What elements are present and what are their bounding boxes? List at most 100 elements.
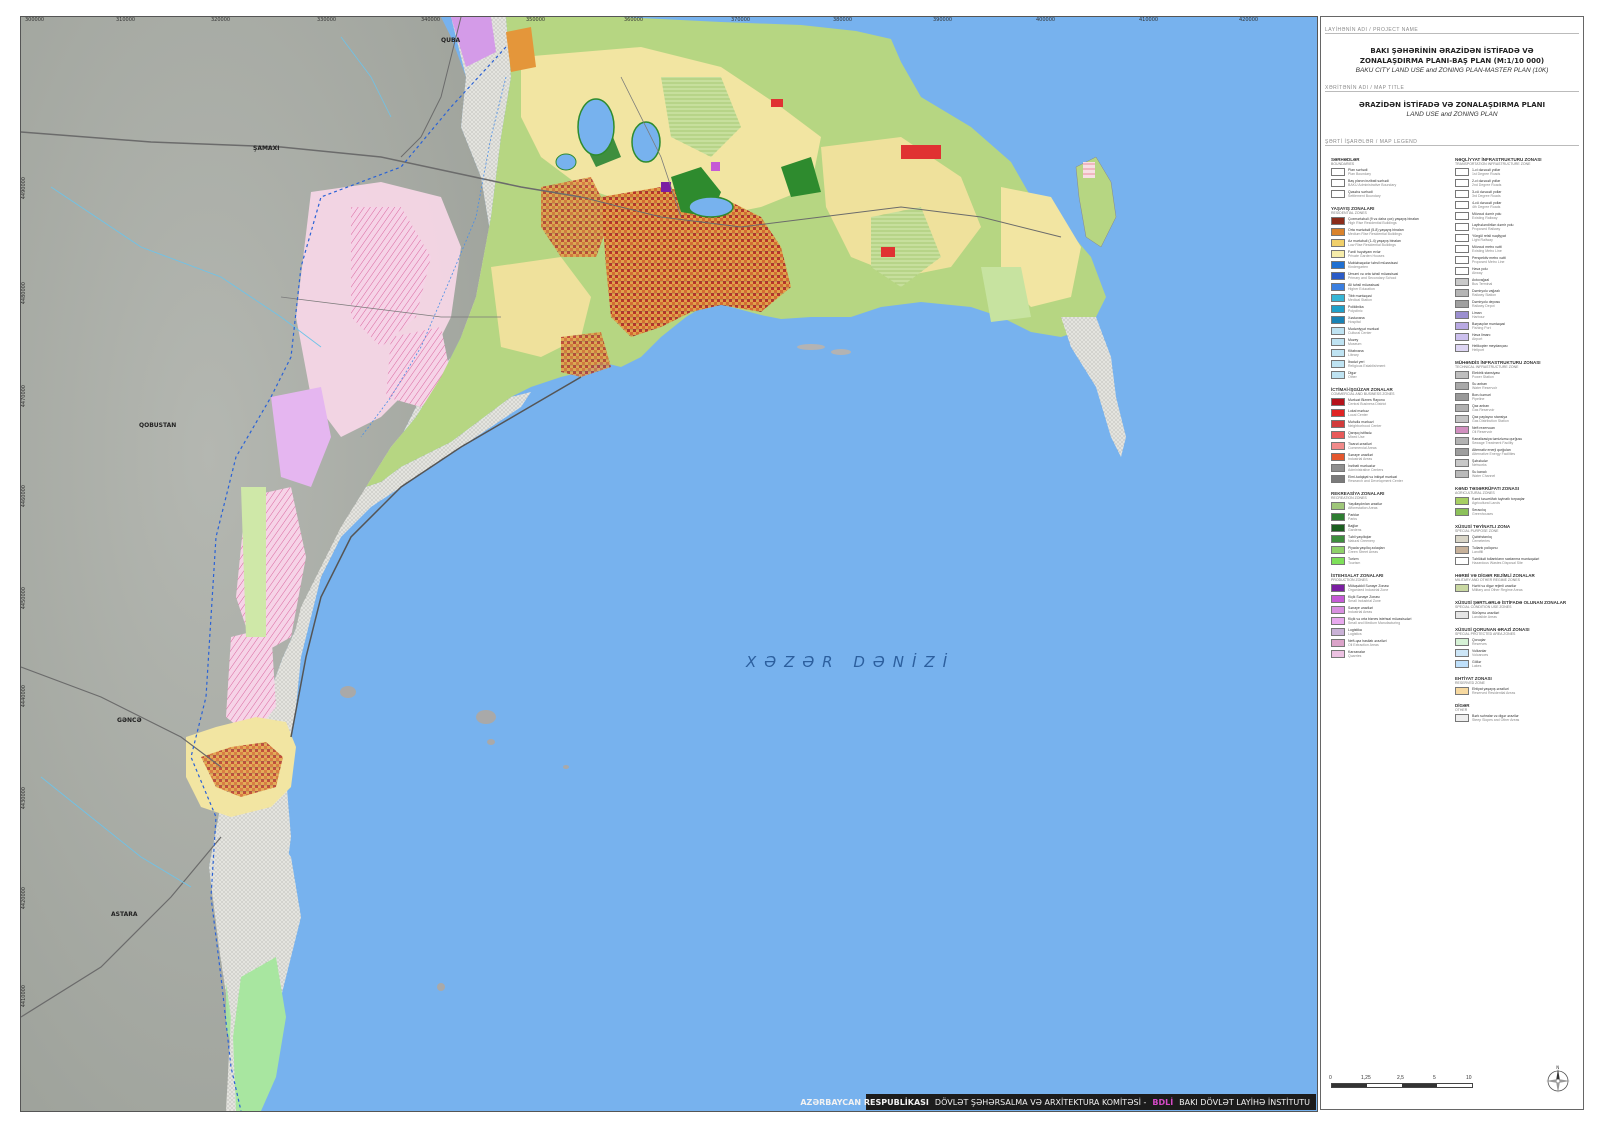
legend-item[interactable]: Fərdi həyətyanı evlər Private Garden Hous… bbox=[1331, 250, 1455, 260]
legend-item[interactable]: Çoxmərtəbəli (9 və daha çox) yaşayış bin… bbox=[1331, 217, 1455, 227]
legend-item[interactable]: Təhlükəli tullantıların saxlanma məntəqə… bbox=[1455, 557, 1579, 567]
legend-item[interactable]: Dəmiryolu deposu Railway Depot bbox=[1455, 300, 1579, 310]
legend-item-text: Bağlar Gardens bbox=[1348, 524, 1361, 532]
legend-item-label-en: Lakes bbox=[1472, 664, 1482, 668]
legend-item[interactable]: Liman Harbour bbox=[1455, 311, 1579, 321]
legend-item[interactable]: Karxanalar Quarries bbox=[1331, 650, 1455, 660]
legend-item[interactable]: İbadət yeri Religious Establishment bbox=[1331, 360, 1455, 370]
legend-group-heading-en: SPECIAL PROTECTED AREA ZONES bbox=[1455, 632, 1516, 636]
legend-item[interactable]: Sənaye əraziləri Industrial Areas bbox=[1331, 453, 1455, 463]
place-qobustan[interactable]: QOBUSTAN bbox=[139, 422, 176, 429]
legend-item[interactable]: Layihələndirilən dəmir yolu Proposed Rail… bbox=[1455, 223, 1579, 233]
legend-item[interactable]: Tibb məntəqəsi Medical Station bbox=[1331, 294, 1455, 304]
legend-item[interactable]: Ehtiyat yaşayış əraziləri Reserved Reside… bbox=[1455, 687, 1579, 697]
legend-item[interactable]: Təbii yaşıllıqlar Natural Greenery bbox=[1331, 535, 1455, 545]
legend-item[interactable]: Az mərtəbəli (1-4) yaşayış binaları Low R… bbox=[1331, 239, 1455, 249]
place-quba[interactable]: QUBA bbox=[441, 37, 460, 44]
legend-item-label-en: 2nd Degree Roads bbox=[1472, 183, 1502, 187]
legend-item[interactable]: Qəsəbə sərhədi Settlement Boundary bbox=[1331, 190, 1455, 200]
legend-item[interactable]: Mərkəzi Biznes Rayonu Central Business Di… bbox=[1331, 398, 1455, 408]
legend-item[interactable]: Parklar Parks bbox=[1331, 513, 1455, 523]
legend-item-label-en: Tourism bbox=[1348, 561, 1361, 565]
legend-item[interactable]: Kitabxana Library bbox=[1331, 349, 1455, 359]
legend-item[interactable]: Perspektiv metro xətti Proposed Metro Lin… bbox=[1455, 256, 1579, 266]
legend-item[interactable]: Mədəniyyət mərkəzi Cultural Center bbox=[1331, 327, 1455, 337]
legend-item[interactable]: Avtovağzal Bus Terminal bbox=[1455, 278, 1579, 288]
legend-item[interactable]: Göllər Lakes bbox=[1455, 660, 1579, 670]
legend-item[interactable]: Ali təhsil müəssisəsi Higher Education bbox=[1331, 283, 1455, 293]
legend-item[interactable]: Su anbarı Water Reservoir bbox=[1455, 382, 1579, 392]
place-astara[interactable]: ASTARA bbox=[111, 911, 138, 918]
legend-item[interactable]: Qaz paylayıcı stansiya Gas Distribution S… bbox=[1455, 415, 1579, 425]
legend-item[interactable]: İnzibati mərkəzlər Administrative Centers bbox=[1331, 464, 1455, 474]
place-gence[interactable]: GƏNCƏ bbox=[117, 717, 142, 724]
legend-item[interactable]: Vulkanlar Volcanoes bbox=[1455, 649, 1579, 659]
legend-item[interactable]: Qaz anbarı Gas Reservoir bbox=[1455, 404, 1579, 414]
legend-item[interactable]: Plan sərhədi Plan Boundary bbox=[1331, 168, 1455, 178]
legend-item[interactable]: Məktəbəqədər təhsil müəssisəsi Kindergart… bbox=[1331, 261, 1455, 271]
legend-item[interactable]: Neft-qaz hasilatı əraziləri Oil Extractio… bbox=[1331, 639, 1455, 649]
legend-item[interactable]: Su kanalı Water Channel bbox=[1455, 470, 1579, 480]
legend-item-label-en: Organized Industrial Zone bbox=[1348, 588, 1389, 592]
legend-item[interactable]: Qarışıq istifadə Mixed Use bbox=[1331, 431, 1455, 441]
legend-swatch bbox=[1455, 611, 1469, 619]
legend-swatch bbox=[1331, 349, 1345, 357]
legend-item[interactable]: Turizm Tourism bbox=[1331, 557, 1455, 567]
legend-item[interactable]: Yüngül relsli nəqliyyat Light Railway bbox=[1455, 234, 1579, 244]
legend-item[interactable]: Mütəşəkkil Sənaye Zonası Organized Indust… bbox=[1331, 584, 1455, 594]
legend-item[interactable]: 1-ci dərəcəli yollar 1st Degree Roads bbox=[1455, 168, 1579, 178]
legend-item[interactable]: Bərpaçılar məntəqəsi Fishing Port bbox=[1455, 322, 1579, 332]
legend-item[interactable]: Qəbiristanlıq Cemeteries bbox=[1455, 535, 1579, 545]
legend-item-text: Elmi-tədqiqat və inkişaf mərkəzi Research… bbox=[1348, 475, 1403, 483]
legend-item[interactable]: Yaşıllaşdırılan ərazilər Afforestation Ar… bbox=[1331, 502, 1455, 512]
legend-item[interactable]: Hərbi və digər rejimli ərazilər Military … bbox=[1455, 584, 1579, 594]
legend-item[interactable]: Elmi-tədqiqat və inkişaf mərkəzi Research… bbox=[1331, 475, 1455, 485]
legend-item[interactable]: Tullantı poliqonu Landfill bbox=[1455, 546, 1579, 556]
legend-item[interactable]: Mövcud metro xətti Existing Metro Line bbox=[1455, 245, 1579, 255]
legend-item-text: Boru kəməri Pipeline bbox=[1472, 393, 1491, 401]
legend-item[interactable]: Logistika Logistics bbox=[1331, 628, 1455, 638]
legend-item[interactable]: Hava limanı Airport bbox=[1455, 333, 1579, 343]
legend-item[interactable]: Kiçik Sənaye Zonası Small Industrial Zone bbox=[1331, 595, 1455, 605]
legend-item[interactable]: Ümumi və orta təhsil müəssisəsi Primary a… bbox=[1331, 272, 1455, 282]
legend-item[interactable]: Elektrik stansiyası Power Station bbox=[1455, 371, 1579, 381]
legend-item[interactable]: Ticarət əraziləri Commercial Areas bbox=[1331, 442, 1455, 452]
legend-item[interactable]: Kənd təsərrüfatı təyinatlı torpaqlar Agri… bbox=[1455, 497, 1579, 507]
legend-item[interactable]: 3-cü dərəcəli yollar 3rd Degree Roads bbox=[1455, 190, 1579, 200]
legend-item[interactable]: Şəbəkələr Networks bbox=[1455, 459, 1579, 469]
legend-item[interactable]: Seracılıq Greenhouses bbox=[1455, 508, 1579, 518]
legend-item[interactable]: Bağlar Gardens bbox=[1331, 524, 1455, 534]
legend-item[interactable]: Xəstəxana Hospital bbox=[1331, 316, 1455, 326]
legend-item[interactable]: Sürüşmə əraziləri Landslide Areas bbox=[1455, 611, 1579, 621]
legend-item[interactable]: Alternativ enerji qurğuları Alternative E… bbox=[1455, 448, 1579, 458]
legend-item[interactable]: Boru kəməri Pipeline bbox=[1455, 393, 1579, 403]
legend-item[interactable]: Sənaye əraziləri Industrial Areas bbox=[1331, 606, 1455, 616]
map-title-label: XƏRİTƏNİN ADI / MAP TITLE bbox=[1325, 85, 1579, 92]
legend-item[interactable]: Muzey Museum bbox=[1331, 338, 1455, 348]
legend-column-left: SƏRHƏDLƏR BOUNDARIES Plan sərhədi Plan Boun… bbox=[1331, 151, 1455, 661]
legend-swatch bbox=[1455, 333, 1469, 341]
map-canvas[interactable]: 300000 310000 320000 330000 340000 35000… bbox=[20, 16, 1318, 1112]
legend-item[interactable]: Qoruqlar Reserves bbox=[1455, 638, 1579, 648]
legend-item[interactable]: Kiçik və orta biznes istehsal müəssisələ… bbox=[1331, 617, 1455, 627]
legend-item[interactable]: Piyada yaşıllıq zolaqları Green Street Ar… bbox=[1331, 546, 1455, 556]
legend-item[interactable]: Lokal mərkəz Local Center bbox=[1331, 409, 1455, 419]
legend-item[interactable]: Baş planın inzibati sərhədi BAKU Administ… bbox=[1331, 179, 1455, 189]
place-samaxi[interactable]: ŞAMAXI bbox=[253, 145, 279, 152]
legend-item-label-en: Higher Education bbox=[1348, 287, 1375, 291]
legend-item[interactable]: Bərk səhralar və digər ərazilər Steep Slo… bbox=[1455, 714, 1579, 724]
legend-item[interactable]: Hava yolu Airway bbox=[1455, 267, 1579, 277]
legend-item[interactable]: Helikopter meydançası Heliport bbox=[1455, 344, 1579, 354]
scale-label: 5 bbox=[1433, 1075, 1436, 1081]
legend-item[interactable]: Kanalizasiya təmizləmə qurğusu Sewage Tre… bbox=[1455, 437, 1579, 447]
legend-item[interactable]: Məhəllə mərkəzi Neighborhood Center bbox=[1331, 420, 1455, 430]
legend-item-label-en: Railway Station bbox=[1472, 293, 1497, 297]
legend-item[interactable]: Dəmiryolu vağzalı Railway Station bbox=[1455, 289, 1579, 299]
legend-item[interactable]: Digər Other bbox=[1331, 371, 1455, 381]
legend-item[interactable]: 4-cü dərəcəli yollar 4th Degree Roads bbox=[1455, 201, 1579, 211]
legend-item[interactable]: Neft rezervuarı Oil Reservoir bbox=[1455, 426, 1579, 436]
legend-item[interactable]: Poliklinika Polyclinic bbox=[1331, 305, 1455, 315]
legend-item[interactable]: Mövcud dəmir yolu Existing Railway bbox=[1455, 212, 1579, 222]
legend-item[interactable]: Orta mərtəbəli (5-8) yaşayış binaları Med… bbox=[1331, 228, 1455, 238]
legend-item[interactable]: 2-ci dərəcəli yollar 2nd Degree Roads bbox=[1455, 179, 1579, 189]
